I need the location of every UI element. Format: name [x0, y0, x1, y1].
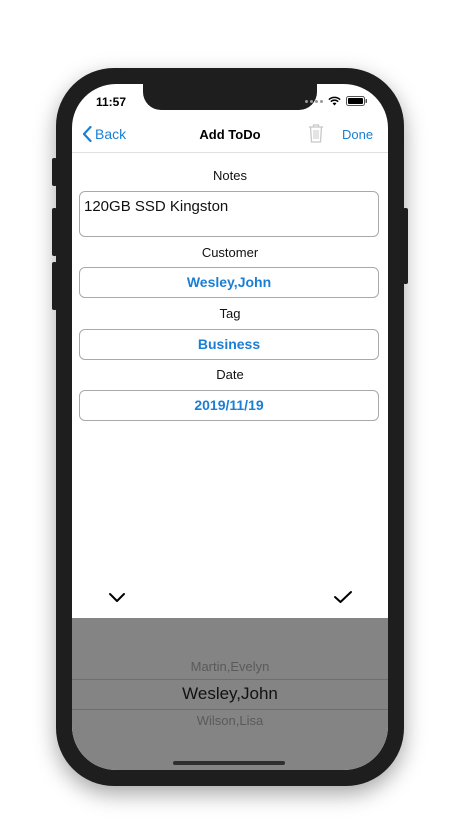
- volume-up-button: [52, 208, 57, 256]
- status-time: 11:57: [96, 95, 127, 109]
- picker-selection-top-line: [72, 679, 388, 680]
- notch: [143, 84, 317, 110]
- trash-icon[interactable]: [308, 123, 324, 143]
- notes-label: Notes: [213, 168, 247, 183]
- done-button[interactable]: Done: [342, 127, 373, 142]
- page-title: Add ToDo: [199, 127, 261, 142]
- signal-dots-icon: [305, 99, 323, 103]
- mute-switch: [52, 158, 57, 186]
- tag-value: Business: [197, 336, 261, 352]
- picker-selection-bottom-line: [72, 709, 388, 710]
- checkmark-icon[interactable]: [333, 590, 353, 604]
- picker-row-above[interactable]: Martin,Evelyn: [72, 659, 388, 674]
- power-button: [403, 208, 408, 284]
- date-value: 2019/11/19: [194, 397, 264, 413]
- customer-picker[interactable]: Martin,Evelyn Wesley,John Wilson,Lisa: [72, 618, 388, 770]
- notes-value: 120GB SSD Kingston: [84, 198, 229, 215]
- home-indicator: [173, 761, 285, 765]
- wifi-icon: [328, 96, 341, 106]
- navigation-bar: Back Add ToDo Done: [72, 120, 388, 153]
- date-label: Date: [216, 367, 244, 382]
- picker-row-below[interactable]: Wilson,Lisa: [72, 713, 388, 728]
- tag-field[interactable]: Business: [79, 329, 379, 360]
- battery-icon: [346, 96, 367, 106]
- volume-down-button: [52, 262, 57, 310]
- status-icons: [305, 96, 368, 106]
- screen: 11:57 Back Add ToDo Done Notes 120GB SSD…: [72, 84, 388, 770]
- customer-field[interactable]: Wesley,John: [79, 267, 379, 298]
- customer-value: Wesley,John: [186, 274, 272, 290]
- date-field[interactable]: 2019/11/19: [79, 390, 379, 421]
- picker-row-selected[interactable]: Wesley,John: [72, 684, 388, 704]
- tag-label: Tag: [219, 306, 241, 321]
- chevron-down-icon[interactable]: [108, 590, 126, 604]
- customer-label: Customer: [201, 245, 259, 260]
- notes-field[interactable]: 120GB SSD Kingston: [79, 191, 379, 237]
